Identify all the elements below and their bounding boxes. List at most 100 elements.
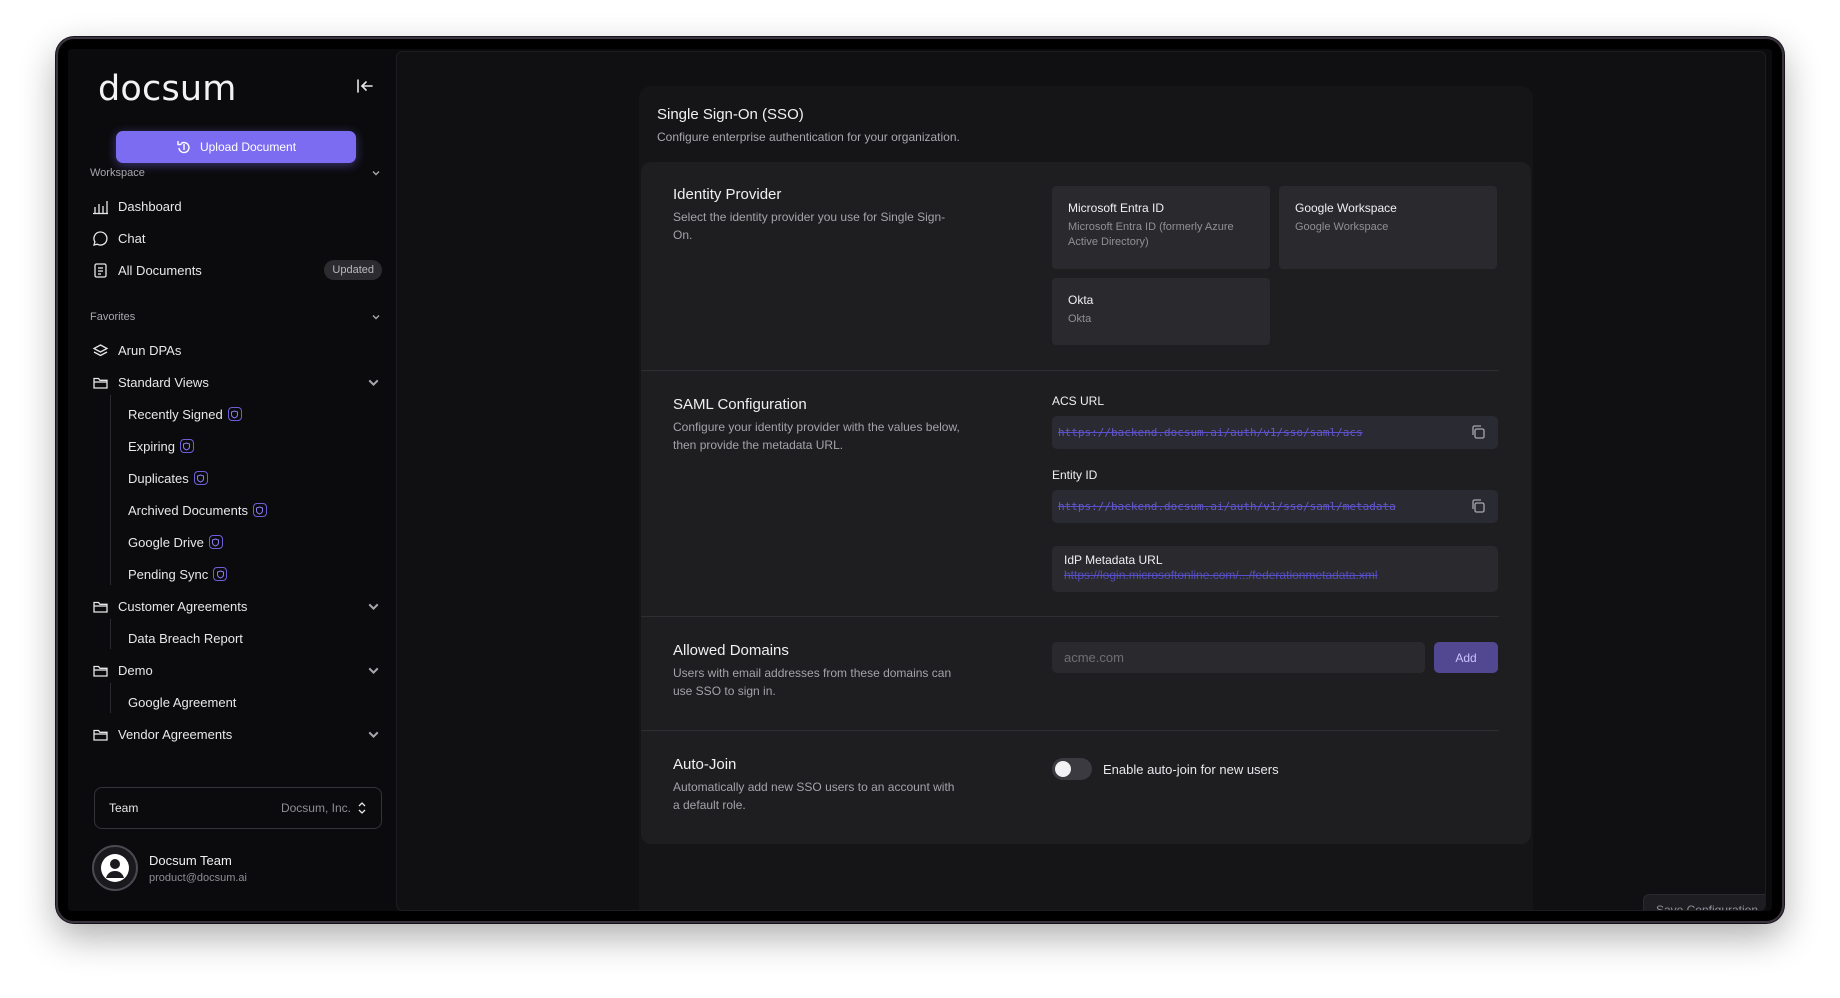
sidebar: docsum Upload Document Workspace Dashboa…: [68, 49, 396, 911]
upload-document-label: Upload Document: [199, 140, 297, 154]
view-label: Google Drive: [128, 534, 204, 550]
shield-icon: [208, 535, 223, 549]
item-label: Data Breach Report: [128, 630, 243, 646]
folder-icon: [93, 377, 108, 389]
domain-input[interactable]: [1052, 642, 1425, 673]
section-divider: [641, 730, 1499, 731]
upload-document-button[interactable]: Upload Document: [116, 131, 356, 163]
provider-desc: Microsoft Entra ID (formerly Azure Activ…: [1068, 221, 1234, 248]
sidebar-item-label: Chat: [118, 230, 146, 246]
view-label: Pending Sync: [128, 566, 209, 582]
save-configuration-button[interactable]: Save Configuration: [1643, 894, 1765, 910]
chevron-down-icon: [372, 315, 380, 320]
sidebar-item-vendor-agreements[interactable]: Vendor Agreements: [92, 721, 382, 747]
shield-icon: [179, 439, 194, 453]
workspace-section-header[interactable]: Workspace: [90, 167, 382, 179]
sidebar-item-chat[interactable]: Chat: [92, 225, 382, 251]
folder-icon: [93, 729, 108, 741]
chevron-down-icon[interactable]: [365, 598, 382, 615]
view-archived-documents[interactable]: Archived Documents: [128, 498, 267, 522]
documents-icon: [94, 262, 107, 278]
sidebar-item-label: Demo: [118, 662, 153, 678]
provider-desc: Okta: [1068, 313, 1092, 325]
add-domain-button[interactable]: Add: [1434, 642, 1498, 673]
folder-icon: [93, 601, 108, 613]
provider-google-workspace[interactable]: Google Workspace Google Workspace: [1279, 186, 1497, 269]
section-divider: [641, 370, 1499, 371]
item-google-agreement[interactable]: Google Agreement: [128, 690, 236, 714]
acs-url-field[interactable]: https://backend.docsum.ai/auth/v1/sso/sa…: [1052, 416, 1498, 449]
sidebar-item-label: Vendor Agreements: [118, 726, 233, 742]
chevron-up-down-icon: [358, 802, 366, 814]
user-profile[interactable]: Docsum Team product@docsum.ai: [92, 845, 247, 891]
sidebar-item-label: All Documents: [118, 262, 202, 278]
team-value: Docsum, Inc.: [280, 801, 351, 815]
chevron-down-icon[interactable]: [365, 726, 382, 743]
updated-badge: Updated: [324, 260, 382, 280]
copy-icon[interactable]: [1470, 498, 1486, 514]
item-label: Google Agreement: [128, 694, 237, 710]
idp-metadata-url-field[interactable]: IdP Metadata URL https://login.microsoft…: [1052, 546, 1498, 592]
sidebar-item-arun-dpas[interactable]: Arun DPAs: [92, 337, 382, 363]
section-divider: [641, 616, 1499, 617]
chevron-down-icon: [372, 171, 380, 176]
folder-icon: [93, 665, 108, 677]
sidebar-item-label: Customer Agreements: [118, 598, 248, 614]
item-data-breach-report[interactable]: Data Breach Report: [128, 626, 243, 650]
toggle-knob: [1055, 761, 1071, 777]
workspace-label: Workspace: [90, 167, 145, 179]
allowed-domains-desc: Users with email addresses from these do…: [673, 666, 952, 698]
view-label: Archived Documents: [128, 502, 248, 518]
sidebar-item-dashboard[interactable]: Dashboard: [92, 193, 382, 219]
sidebar-item-customer-agreements[interactable]: Customer Agreements: [92, 593, 382, 619]
auto-join-toggle-label: Enable auto-join for new users: [1103, 762, 1279, 777]
tree-guide-line: [110, 683, 111, 713]
upload-icon: [177, 141, 190, 154]
page-subtitle: Configure enterprise authentication for …: [657, 130, 960, 144]
view-expiring[interactable]: Expiring: [128, 434, 194, 458]
profile-email: product@docsum.ai: [149, 871, 247, 884]
saml-config-title: SAML Configuration: [673, 396, 807, 413]
view-recently-signed[interactable]: Recently Signed: [128, 402, 242, 426]
profile-name: Docsum Team: [149, 852, 232, 868]
shield-icon: [227, 407, 242, 421]
copy-icon[interactable]: [1470, 424, 1486, 440]
chevron-down-icon[interactable]: [365, 374, 382, 391]
idp-metadata-value: https://login.microsoftonline.com/.../fe…: [1064, 568, 1378, 582]
identity-provider-desc: Select the identity provider you use for…: [673, 210, 946, 242]
team-value-wrap: Docsum, Inc.: [281, 801, 367, 815]
provider-okta[interactable]: Okta Okta: [1052, 278, 1270, 345]
profile-text: Docsum Team product@docsum.ai: [149, 853, 247, 884]
collapse-sidebar-icon[interactable]: [354, 75, 376, 97]
view-google-drive[interactable]: Google Drive: [128, 530, 223, 554]
provider-microsoft-entra[interactable]: Microsoft Entra ID Microsoft Entra ID (f…: [1052, 186, 1270, 269]
sidebar-item-label: Dashboard: [118, 198, 182, 214]
sidebar-item-standard-views[interactable]: Standard Views: [92, 369, 382, 395]
layers-icon: [92, 343, 109, 356]
entity-id-field[interactable]: https://backend.docsum.ai/auth/v1/sso/sa…: [1052, 490, 1498, 523]
sidebar-item-label: Arun DPAs: [118, 342, 182, 358]
acs-url-value: https://backend.docsum.ai/auth/v1/sso/sa…: [1058, 426, 1363, 439]
team-selector[interactable]: Team Docsum, Inc.: [94, 787, 382, 829]
provider-name: Microsoft Entra ID: [1068, 201, 1165, 215]
sidebar-item-demo[interactable]: Demo: [92, 657, 382, 683]
sidebar-item-all-documents[interactable]: All Documents Updated: [92, 257, 382, 283]
sidebar-item-label: Standard Views: [118, 374, 209, 390]
chat-bubble-icon: [93, 230, 108, 246]
view-pending-sync[interactable]: Pending Sync: [128, 562, 228, 586]
allowed-domains-title: Allowed Domains: [673, 642, 789, 659]
view-duplicates[interactable]: Duplicates: [128, 466, 208, 490]
view-label: Recently Signed: [128, 406, 223, 422]
favorites-section-header[interactable]: Favorites: [90, 311, 382, 323]
provider-desc: Google Workspace: [1295, 221, 1389, 233]
docsum-logo[interactable]: docsum: [98, 69, 237, 109]
chevron-down-icon[interactable]: [365, 662, 382, 679]
view-label: Duplicates: [128, 470, 189, 486]
user-icon: [101, 854, 129, 882]
saml-config-desc: Configure your identity provider with th…: [673, 420, 960, 452]
auto-join-toggle[interactable]: [1052, 758, 1092, 780]
tree-guide-line: [110, 619, 111, 649]
chart-bar-icon: [93, 200, 108, 214]
device-frame: docsum Upload Document Workspace Dashboa…: [56, 37, 1784, 923]
page-title: Single Sign-On (SSO): [657, 106, 804, 123]
